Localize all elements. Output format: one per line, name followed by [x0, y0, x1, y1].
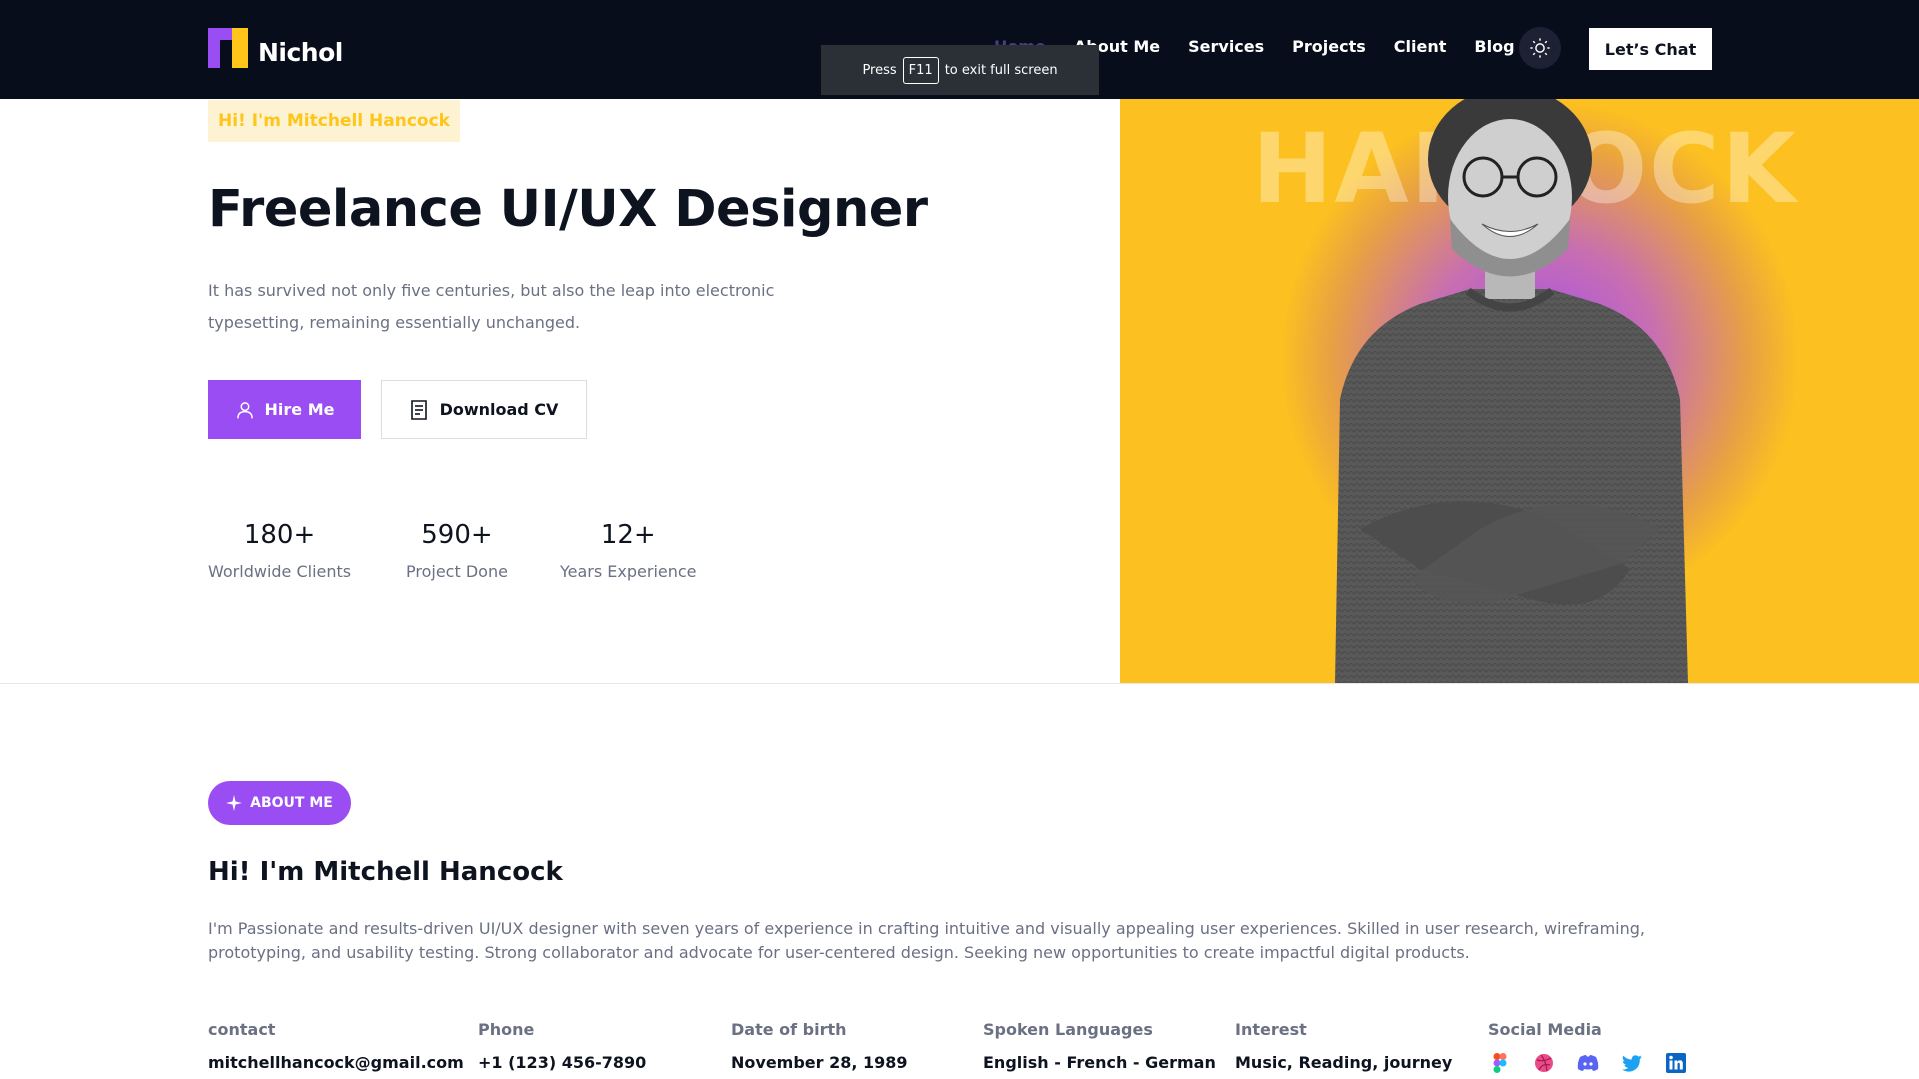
about-me-pill: ABOUT ME	[208, 781, 351, 825]
info-value[interactable]: mitchellhancock@gmail.com	[208, 1053, 464, 1072]
discord-icon[interactable]	[1576, 1051, 1600, 1075]
info-interest: Interest Music, Reading, journey	[1235, 1020, 1452, 1072]
nav-client[interactable]: Client	[1394, 37, 1447, 56]
hire-me-label: Hire Me	[264, 400, 335, 419]
brand-name: Nichol	[258, 37, 343, 67]
about-description: I'm Passionate and results-driven UI/UX …	[208, 919, 1645, 962]
info-label: Social Media	[1488, 1020, 1602, 1039]
download-cv-button[interactable]: Download CV	[381, 380, 587, 439]
user-icon	[236, 401, 253, 418]
stat-value: 12+	[600, 520, 656, 550]
about-me-pill-label: ABOUT ME	[250, 795, 333, 811]
info-value: Music, Reading, journey	[1235, 1053, 1453, 1072]
social-links	[1488, 1051, 1688, 1075]
toast-suffix: to exit full screen	[944, 62, 1058, 78]
info-social-media: Social Media	[1488, 1020, 1688, 1075]
info-spoken-languages: Spoken Languages English - French - Germ…	[983, 1020, 1216, 1072]
hero-greeting-tag: Hi! I'm Mitchell Hancock	[208, 100, 460, 142]
download-cv-label: Download CV	[439, 400, 559, 419]
logo-mark-icon	[208, 28, 248, 68]
info-label: Spoken Languages	[983, 1020, 1153, 1039]
toast-key: F11	[902, 56, 939, 84]
theme-toggle-button[interactable]	[1519, 27, 1561, 69]
twitter-icon[interactable]	[1620, 1051, 1644, 1075]
stat-label: Years Experience	[560, 562, 697, 581]
stat-worldwide-clients: 180+ Worldwide Clients	[208, 520, 351, 581]
nav-blog[interactable]: Blog	[1474, 37, 1514, 56]
info-contact: contact mitchellhancock@gmail.com	[208, 1020, 464, 1072]
about-title: Hi! I'm Mitchell Hancock	[208, 857, 563, 887]
nav-projects[interactable]: Projects	[1292, 37, 1366, 56]
info-value: English - French - German	[983, 1053, 1216, 1072]
info-date-of-birth: Date of birth November 28, 1989	[731, 1020, 908, 1072]
toast-prefix: Press	[862, 62, 897, 78]
info-label: Interest	[1235, 1020, 1307, 1039]
stat-label: Project Done	[406, 562, 508, 581]
stat-project-done: 590+ Project Done	[406, 520, 508, 581]
info-value: November 28, 1989	[731, 1053, 908, 1072]
sun-icon	[1530, 38, 1550, 58]
stat-years-experience: 12+ Years Experience	[560, 520, 697, 581]
lets-chat-button[interactable]: Let’s Chat	[1589, 28, 1712, 70]
hero-description: It has survived not only five centuries,…	[208, 281, 775, 332]
logo[interactable]: Nichol	[208, 28, 343, 68]
linkedin-icon[interactable]	[1664, 1051, 1688, 1075]
info-value[interactable]: +1 (123) 456-7890	[478, 1053, 646, 1072]
section-divider	[0, 683, 1919, 684]
info-label: contact	[208, 1020, 276, 1039]
nav-services[interactable]: Services	[1188, 37, 1264, 56]
hero-photo: HANCOCK	[1120, 99, 1919, 683]
document-icon	[410, 399, 427, 420]
info-label: Date of birth	[731, 1020, 847, 1039]
stat-value: 590+	[421, 520, 493, 550]
dribbble-icon[interactable]	[1532, 1051, 1556, 1075]
stat-label: Worldwide Clients	[208, 562, 352, 581]
sparkle-icon	[226, 795, 243, 811]
hire-me-button[interactable]: Hire Me	[208, 380, 361, 439]
hero-title: Freelance UI/UX Designer	[208, 180, 928, 239]
portrait-image	[1335, 99, 1688, 683]
stat-value: 180+	[243, 520, 316, 550]
info-phone: Phone +1 (123) 456-7890	[478, 1020, 646, 1072]
figma-icon[interactable]	[1488, 1051, 1512, 1075]
info-label: Phone	[478, 1020, 535, 1039]
fullscreen-toast: Press F11 to exit full screen	[821, 45, 1099, 95]
